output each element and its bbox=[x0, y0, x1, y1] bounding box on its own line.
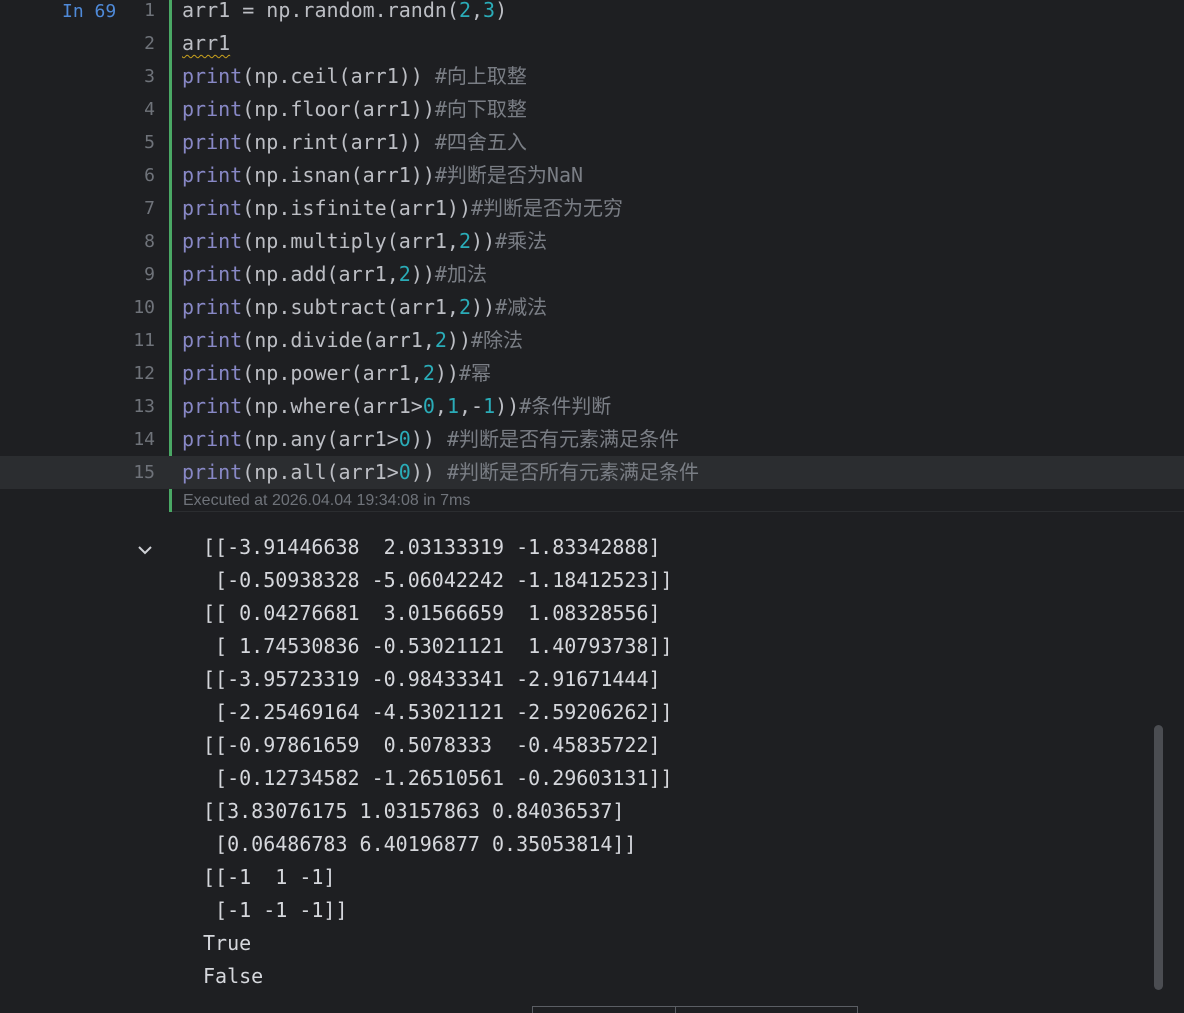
code-text[interactable]: print(np.where(arr1>0,1,-1))#条件判断 bbox=[182, 390, 611, 423]
code-line[interactable]: 13 print(np.where(arr1>0,1,-1))#条件判断 bbox=[0, 390, 1184, 423]
line-number: 14 bbox=[133, 429, 155, 450]
code-text[interactable]: print(np.divide(arr1,2))#除法 bbox=[182, 324, 523, 357]
code-text[interactable]: arr1 = np.random.randn(2,3) bbox=[182, 0, 507, 27]
line-number: 3 bbox=[144, 66, 155, 87]
output-line: [[-3.95723319 -0.98433341 -2.91671444] bbox=[203, 667, 661, 691]
line-number: 8 bbox=[144, 231, 155, 252]
code-text[interactable]: print(np.multiply(arr1,2))#乘法 bbox=[182, 225, 547, 258]
code-line[interactable]: 7 print(np.isfinite(arr1))#判断是否为无穷 bbox=[0, 192, 1184, 225]
output-divider bbox=[172, 511, 1184, 512]
line-number: 15 bbox=[133, 462, 155, 483]
output-line: [-0.12734582 -1.26510561 -0.29603131]] bbox=[203, 766, 673, 790]
line-number: 1 bbox=[144, 0, 155, 21]
code-line[interactable]: 8 print(np.multiply(arr1,2))#乘法 bbox=[0, 225, 1184, 258]
output-line: [[-1 1 -1] bbox=[203, 865, 336, 889]
code-text[interactable]: print(np.subtract(arr1,2))#减法 bbox=[182, 291, 547, 324]
cell-output: [[-3.91446638 2.03133319 -1.83342888] [-… bbox=[203, 531, 673, 993]
code-text[interactable]: print(np.isnan(arr1))#判断是否为NaN bbox=[182, 159, 583, 192]
code-text[interactable]: print(np.all(arr1>0)) #判断是否所有元素满足条件 bbox=[182, 456, 699, 489]
line-number: 6 bbox=[144, 165, 155, 186]
code-line[interactable]: 14 print(np.any(arr1>0)) #判断是否有元素满足条件 bbox=[0, 423, 1184, 456]
line-number: 5 bbox=[144, 132, 155, 153]
line-number: 4 bbox=[144, 99, 155, 120]
code-line[interactable]: 12 print(np.power(arr1,2))#幂 bbox=[0, 357, 1184, 390]
code-line[interactable]: 9 print(np.add(arr1,2))#加法 bbox=[0, 258, 1184, 291]
table-column-divider bbox=[675, 1007, 676, 1013]
code-text[interactable]: print(np.isfinite(arr1))#判断是否为无穷 bbox=[182, 192, 623, 225]
line-number: 9 bbox=[144, 264, 155, 285]
code-line[interactable]: 15 print(np.all(arr1>0)) #判断是否所有元素满足条件 bbox=[0, 456, 1184, 489]
bottom-table-edge bbox=[532, 1006, 858, 1013]
code-line[interactable]: 11 print(np.divide(arr1,2))#除法 bbox=[0, 324, 1184, 357]
code-line[interactable]: 1 arr1 = np.random.randn(2,3) bbox=[0, 0, 1184, 27]
output-line: [0.06486783 6.40196877 0.35053814]] bbox=[203, 832, 637, 856]
output-line: [-0.50938328 -5.06042242 -1.18412523]] bbox=[203, 568, 673, 592]
code-text[interactable]: print(np.ceil(arr1)) #向上取整 bbox=[182, 60, 527, 93]
output-line: [-2.25469164 -4.53021121 -2.59206262]] bbox=[203, 700, 673, 724]
chevron-down-icon[interactable] bbox=[136, 541, 154, 559]
code-line[interactable]: 5 print(np.rint(arr1)) #四舍五入 bbox=[0, 126, 1184, 159]
code-editor[interactable]: 1 arr1 = np.random.randn(2,3) 2 arr1 3 print(… bbox=[0, 0, 1184, 489]
line-number: 10 bbox=[133, 297, 155, 318]
code-line[interactable]: 10 print(np.subtract(arr1,2))#减法 bbox=[0, 291, 1184, 324]
line-number: 2 bbox=[144, 33, 155, 54]
execution-info: Executed at 2026.04.04 19:34:08 in 7ms bbox=[183, 492, 471, 509]
output-line: [ 1.74530836 -0.53021121 1.40793738]] bbox=[203, 634, 673, 658]
output-line: False bbox=[203, 964, 264, 988]
code-text[interactable]: print(np.rint(arr1)) #四舍五入 bbox=[182, 126, 527, 159]
output-line: [[-0.97861659 0.5078333 -0.45835722] bbox=[203, 733, 661, 757]
output-line: [[ 0.04276681 3.01566659 1.08328556] bbox=[203, 601, 661, 625]
code-text[interactable]: print(np.add(arr1,2))#加法 bbox=[182, 258, 487, 291]
line-number: 12 bbox=[133, 363, 155, 384]
code-line[interactable]: 4 print(np.floor(arr1))#向下取整 bbox=[0, 93, 1184, 126]
code-text[interactable]: arr1 bbox=[182, 27, 230, 60]
code-line[interactable]: 6 print(np.isnan(arr1))#判断是否为NaN bbox=[0, 159, 1184, 192]
code-line[interactable]: 3 print(np.ceil(arr1)) #向上取整 bbox=[0, 60, 1184, 93]
output-line: [-1 -1 -1]] bbox=[203, 898, 348, 922]
line-number: 11 bbox=[133, 330, 155, 351]
output-line: [[-3.91446638 2.03133319 -1.83342888] bbox=[203, 535, 661, 559]
output-line: [[3.83076175 1.03157863 0.84036537] bbox=[203, 799, 625, 823]
code-text[interactable]: print(np.any(arr1>0)) #判断是否有元素满足条件 bbox=[182, 423, 679, 456]
output-line: True bbox=[203, 931, 252, 955]
code-text[interactable]: print(np.power(arr1,2))#幂 bbox=[182, 357, 491, 390]
line-number: 7 bbox=[144, 198, 155, 219]
vertical-scrollbar[interactable] bbox=[1154, 725, 1163, 990]
line-number: 13 bbox=[133, 396, 155, 417]
code-line[interactable]: 2 arr1 bbox=[0, 27, 1184, 60]
code-text[interactable]: print(np.floor(arr1))#向下取整 bbox=[182, 93, 527, 126]
